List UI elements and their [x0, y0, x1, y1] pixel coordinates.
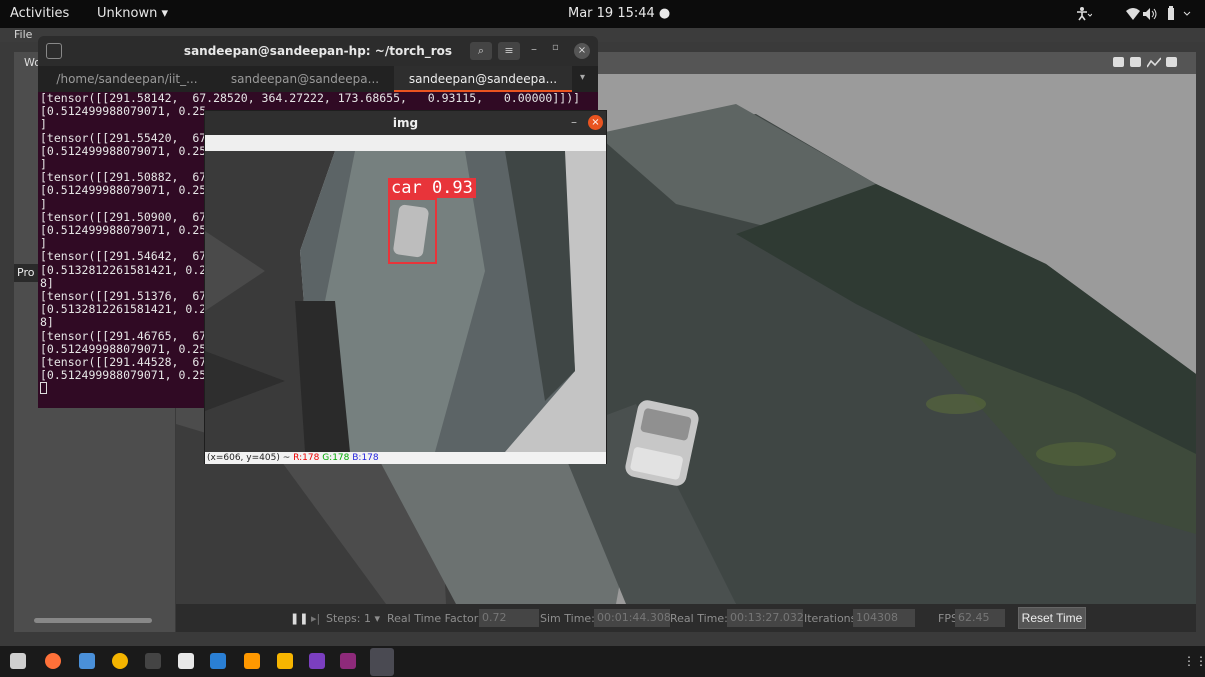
step-icon[interactable]: ▸|: [311, 612, 320, 625]
battery-icon[interactable]: [1164, 6, 1196, 20]
text-editor-icon[interactable]: [178, 653, 194, 669]
chrome-icon[interactable]: [112, 653, 128, 669]
iterations-value: 104308: [853, 609, 915, 627]
firefox-icon[interactable]: [45, 653, 61, 669]
img-status-bar: (x=606, y=405) ~ R:178 G:178 B:178: [205, 452, 606, 464]
img-window: img – × car 0.93 (x=606, y=405) ~ R:178 …: [204, 110, 607, 464]
steps-label[interactable]: Steps: 1 ▾: [326, 612, 380, 625]
img-minimize-icon[interactable]: –: [571, 115, 577, 129]
panel-scrollbar[interactable]: [34, 618, 152, 623]
maximize-icon[interactable]: ▫: [552, 42, 559, 53]
terminal-tab-2[interactable]: sandeepan@sandeepa...: [216, 66, 394, 92]
tabs-dropdown-icon[interactable]: ▾: [580, 72, 585, 83]
terminal-tabs: /home/sandeepan/iit_... sandeepan@sandee…: [38, 66, 598, 92]
detection-label: car 0.93: [388, 178, 476, 198]
img-toolbar: [205, 135, 606, 151]
minimize-icon[interactable]: –: [531, 42, 537, 56]
close-icon[interactable]: ×: [574, 43, 590, 59]
clock[interactable]: Mar 19 15:44 ●: [568, 6, 670, 21]
img-window-title: img: [205, 111, 606, 135]
video-icon[interactable]: [1166, 57, 1177, 67]
volume-icon[interactable]: [1143, 8, 1159, 20]
sim-time-label: Sim Time:: [540, 612, 595, 625]
new-tab-icon[interactable]: [46, 43, 62, 59]
screenshot-icon[interactable]: [1113, 57, 1124, 67]
top-bar: Activities Unknown ▾ Mar 19 15:44 ●: [0, 0, 1205, 28]
real-time-value: 00:13:27.032: [727, 609, 804, 627]
pixel-r: R:178: [293, 453, 320, 463]
rtf-value: 0.72: [479, 609, 539, 627]
dock: ⋮⋮: [0, 646, 1205, 677]
reset-time-button[interactable]: Reset Time: [1018, 607, 1086, 629]
plot-icon[interactable]: [1147, 57, 1161, 68]
pixel-coords: (x=606, y=405) ~: [207, 453, 291, 463]
pixel-g: G:178: [322, 453, 350, 463]
menu-file[interactable]: File: [14, 28, 32, 41]
activities-button[interactable]: Activities: [10, 6, 69, 21]
menu-icon[interactable]: ≡: [498, 42, 520, 60]
detection-box: [388, 198, 437, 264]
sublime-icon[interactable]: [244, 653, 260, 669]
camera-image[interactable]: car 0.93: [205, 151, 606, 452]
log-icon[interactable]: [1130, 57, 1141, 67]
x-app-icon[interactable]: [309, 653, 325, 669]
pixel-b: B:178: [352, 453, 379, 463]
terminal-icon[interactable]: [145, 653, 161, 669]
files-icon[interactable]: [79, 653, 95, 669]
sim-time-value: 00:01:44.308: [594, 609, 671, 627]
show-apps-icon[interactable]: [10, 653, 26, 669]
terminal-2-icon[interactable]: [340, 653, 356, 669]
fps-value: 62.45: [955, 609, 1005, 627]
ros-icon[interactable]: [277, 653, 293, 669]
img-close-icon[interactable]: ×: [588, 115, 603, 130]
blank-app-icon[interactable]: [370, 648, 394, 676]
terminal-cursor: [40, 382, 47, 395]
app-grid-icon[interactable]: ⋮⋮: [1183, 654, 1205, 668]
real-time-label: Real Time:: [670, 612, 728, 625]
accessibility-icon[interactable]: [1076, 7, 1092, 21]
pause-icon[interactable]: ❚❚: [290, 612, 308, 625]
search-icon[interactable]: ⌕: [470, 42, 492, 60]
iterations-label: Iterations:: [804, 612, 861, 625]
app-menu[interactable]: Unknown ▾: [97, 6, 168, 21]
terminal-tab-1[interactable]: /home/sandeepan/iit_...: [38, 66, 216, 92]
gazebo-bottom-bar: ❚❚ ▸| Steps: 1 ▾ Real Time Factor: 0.72 …: [176, 604, 1196, 632]
terminal-tab-3[interactable]: sandeepan@sandeepa...: [394, 66, 572, 92]
wifi-icon[interactable]: [1126, 8, 1140, 20]
vscode-icon[interactable]: [210, 653, 226, 669]
rtf-label: Real Time Factor:: [387, 612, 482, 625]
